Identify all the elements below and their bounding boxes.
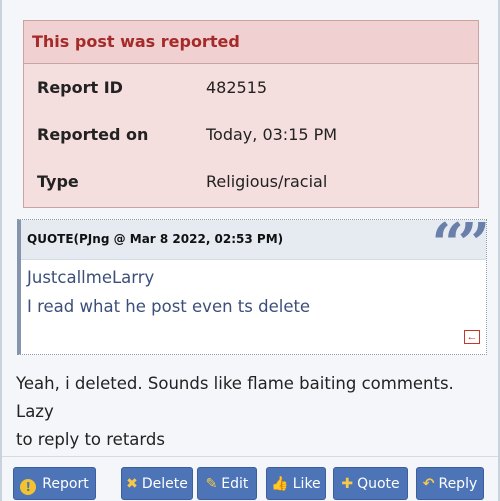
post-container: This post was reported Report ID 482515 … [0,0,500,501]
reported-on-label: Reported on [37,125,149,144]
like-button-label: Like [292,476,321,492]
post-body-line: Yeah, i deleted. Sounds like flame baiti… [16,374,454,421]
quote-button-label: Quote [357,476,400,492]
divider [2,456,498,457]
reply-button-label: Reply [438,476,478,492]
reply-arrow-icon: ↶ [422,476,435,492]
reported-on-value: Today, 03:15 PM [206,125,338,144]
reply-button[interactable]: ↶ Reply [416,467,484,500]
report-notice-title: This post was reported [24,21,478,64]
quote-line: I read what he post even ts delete [27,297,311,316]
report-id-label: Report ID [37,78,123,97]
delete-button-label: Delete [141,476,188,492]
exclamation-icon: ! [20,479,37,495]
pencil-icon: ✎ [205,476,218,492]
quote-header: QUOTE(PJng @ Mar 8 2022, 02:53 PM) [21,220,486,260]
edit-button-label: Edit [221,476,249,492]
quote-button[interactable]: ✚ Quote [333,467,408,500]
plus-icon: ✚ [341,476,354,492]
quotation-mark-icon: “” [431,211,490,277]
like-button[interactable]: 👍 Like [266,467,326,500]
report-notice: This post was reported Report ID 482515 … [23,20,479,208]
post-body: Yeah, i deleted. Sounds like flame baiti… [16,370,486,454]
x-icon: ✖ [126,476,138,492]
back-arrow-icon[interactable]: ← [464,330,480,344]
report-id-row: Report ID 482515 [24,64,478,111]
post-body-line: to reply to retards [16,430,165,449]
report-type-value: Religious/racial [206,172,328,191]
report-button[interactable]: ! Report [13,467,96,500]
delete-button[interactable]: ✖ Delete [121,467,193,500]
reported-on-row: Reported on Today, 03:15 PM [24,111,478,158]
quote-line: JustcallmeLarry [27,268,155,287]
report-id-value: 482515 [206,78,268,97]
report-type-label: Type [37,172,79,191]
thumbs-up-icon: 👍 [271,476,289,492]
report-button-label: Report [42,476,89,492]
quote-block: QUOTE(PJng @ Mar 8 2022, 02:53 PM) “” Ju… [17,211,490,355]
edit-button[interactable]: ✎ Edit [197,467,257,500]
report-type-row: Type Religious/racial [24,158,478,205]
